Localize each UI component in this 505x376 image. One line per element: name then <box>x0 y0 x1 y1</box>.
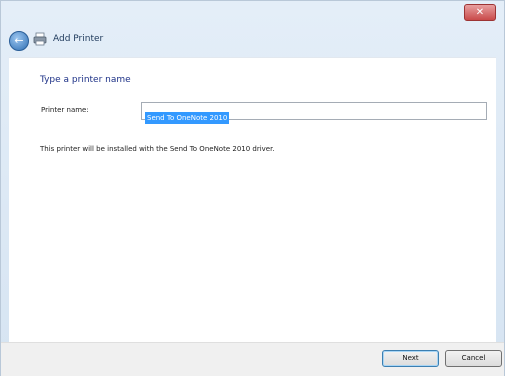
printer-icon <box>33 32 47 46</box>
driver-info-text: This printer will be installed with the … <box>40 145 275 153</box>
wizard-content: Type a printer name Printer name: Send T… <box>9 57 496 344</box>
printer-name-value: Send To OneNote 2010 <box>145 112 230 124</box>
next-button[interactable]: Next <box>382 350 439 367</box>
back-arrow-icon[interactable]: ← <box>9 31 29 51</box>
wizard-header: ← Add Printer <box>7 29 497 53</box>
wizard-title: Add Printer <box>53 34 104 44</box>
add-printer-window: ✕ ← Add Printer Type a printer name Prin… <box>0 0 505 376</box>
titlebar: ✕ <box>1 1 504 25</box>
wizard-footer: Next Cancel <box>1 342 504 376</box>
printer-name-label: Printer name: <box>41 106 89 114</box>
cancel-button[interactable]: Cancel <box>445 350 502 367</box>
close-button[interactable]: ✕ <box>464 4 496 21</box>
printer-name-input[interactable]: Send To OneNote 2010 <box>141 102 487 124</box>
page-heading: Type a printer name <box>40 75 131 85</box>
